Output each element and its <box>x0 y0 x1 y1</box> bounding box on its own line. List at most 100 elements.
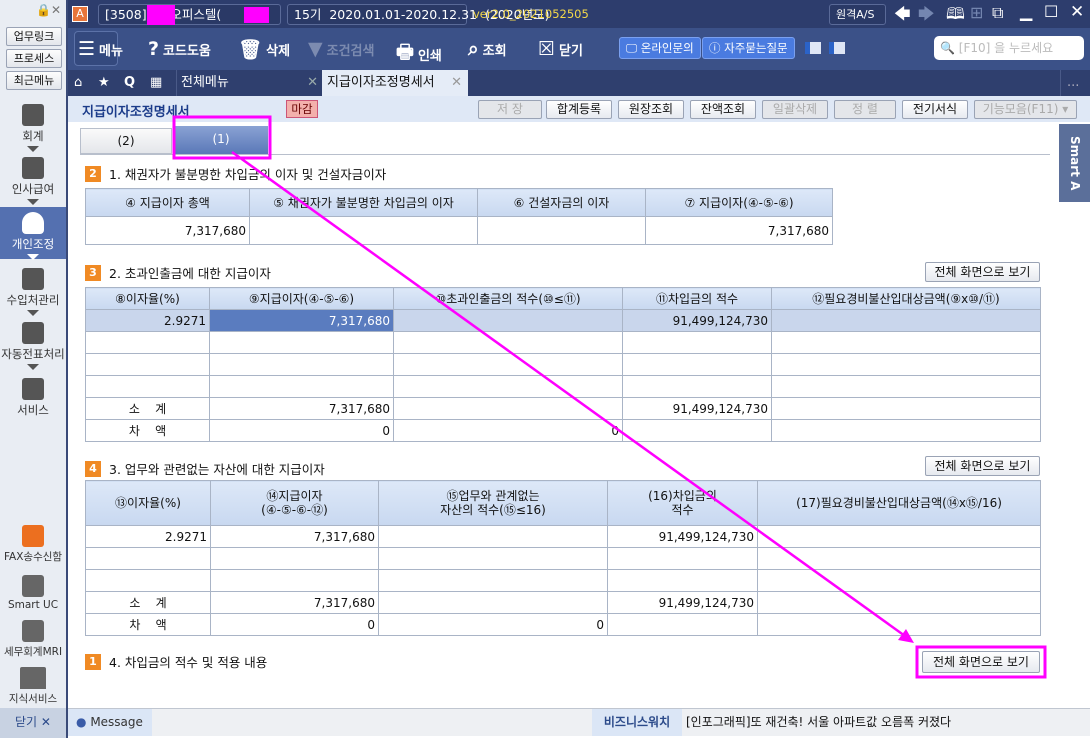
cell[interactable] <box>622 419 772 442</box>
online-inquiry-button[interactable]: 🖵 온라인문의 <box>619 37 701 59</box>
sidebar-item-accounting[interactable]: 회계 <box>0 104 66 152</box>
layout-toggle-icon[interactable] <box>805 42 821 54</box>
cell[interactable] <box>607 547 758 570</box>
cell[interactable]: 0 <box>210 613 379 636</box>
cell[interactable] <box>393 331 623 354</box>
cell[interactable]: 2.9271 <box>85 525 211 548</box>
cell[interactable] <box>771 375 1041 398</box>
save-button[interactable]: 저 장 <box>478 100 542 119</box>
filter-button[interactable]: ▼ 조건검색 <box>308 38 374 60</box>
prior-form-button[interactable]: 전기서식 <box>902 100 968 119</box>
cell[interactable] <box>607 569 758 592</box>
sidebar-item-auto-journal[interactable]: 자동전표처리 <box>0 322 66 370</box>
table-row[interactable] <box>85 569 1041 592</box>
back-arrow-icon[interactable]: 🡄 <box>894 3 911 30</box>
cell[interactable] <box>85 569 211 592</box>
tab-all-menu[interactable]: 전체메뉴 ✕ <box>176 70 322 96</box>
sidebar-close-button[interactable]: 닫기 ✕ <box>0 708 66 738</box>
close-window-icon[interactable]: ✕ <box>1070 2 1084 22</box>
cell[interactable] <box>757 613 1041 636</box>
cell[interactable] <box>393 375 623 398</box>
cell[interactable] <box>378 547 608 570</box>
function-menu-dropdown[interactable]: 기능모음(F11) ▾ <box>974 100 1077 119</box>
cell[interactable]: 2.9271 <box>85 309 210 332</box>
star-icon[interactable]: ★ <box>98 70 110 96</box>
cell[interactable]: 0 <box>393 419 623 442</box>
cell[interactable]: 0 <box>378 613 608 636</box>
menu-button-label[interactable]: ☰ 메뉴 <box>78 38 123 60</box>
cell[interactable] <box>771 419 1041 442</box>
table-row[interactable] <box>85 353 1041 376</box>
sidebar-button-work-link[interactable]: 업무링크 <box>6 27 62 46</box>
sidebar-fax[interactable]: FAX송수신함 <box>0 525 66 564</box>
cell[interactable]: 0 <box>209 419 394 442</box>
sidebar-smart-uc[interactable]: Smart UC <box>0 575 66 611</box>
table-row[interactable] <box>85 331 1041 354</box>
cell[interactable] <box>378 591 608 614</box>
print-button[interactable]: 🖶 인쇄 <box>396 38 442 70</box>
total-register-button[interactable]: 합계등록 <box>546 100 612 119</box>
close-button[interactable]: ☒ 닫기 <box>538 38 583 60</box>
cell[interactable] <box>771 397 1041 420</box>
cell[interactable] <box>85 331 210 354</box>
ledger-view-button[interactable]: 원장조회 <box>618 100 684 119</box>
cell[interactable] <box>622 353 772 376</box>
full-screen-button-2[interactable]: 전체 화면으로 보기 <box>925 262 1040 282</box>
full-screen-button-3[interactable]: 전체 화면으로 보기 <box>925 456 1040 476</box>
cell[interactable] <box>757 525 1041 548</box>
delete-button[interactable]: 🗑 삭제 <box>238 38 290 61</box>
close-tab-icon[interactable]: ✕ <box>307 70 318 96</box>
tab-interest-adjustment[interactable]: 지급이자조정명세서 ✕ <box>322 70 468 96</box>
period-selector[interactable]: 15기 2020.01.01-2020.12.31 (2020년도) <box>287 4 550 25</box>
menu-search-input[interactable]: 🔍 [F10] 을 누르세요 <box>934 36 1084 60</box>
lock-icon[interactable]: 🔒✕ <box>36 3 61 17</box>
forward-arrow-icon[interactable]: 🡆 <box>918 3 935 30</box>
cell[interactable]: 91,499,124,730 <box>607 525 758 548</box>
table-row[interactable] <box>85 375 1041 398</box>
cell[interactable] <box>209 353 394 376</box>
news-ticker[interactable]: [인포그래픽]또 재건축! 서울 아파트값 오름폭 커졌다 <box>686 709 951 736</box>
cell[interactable]: 91,499,124,730 <box>622 309 772 332</box>
table-row[interactable] <box>85 547 1041 570</box>
cell[interactable] <box>607 613 758 636</box>
cell[interactable]: 7,317,680 <box>85 216 250 245</box>
cell[interactable]: 7,317,680 <box>210 591 379 614</box>
subtab-2[interactable]: (2) <box>80 128 172 154</box>
cell[interactable] <box>622 331 772 354</box>
cell[interactable] <box>378 569 608 592</box>
quick-search-icon[interactable]: Q <box>124 70 135 96</box>
cell[interactable] <box>210 569 379 592</box>
bulk-delete-button[interactable]: 일괄삭제 <box>762 100 828 119</box>
search-button[interactable]: ⌕ 조회 <box>468 38 507 60</box>
code-help-button[interactable]: ? 코드도움 <box>148 38 211 60</box>
sidebar-item-client-mgmt[interactable]: 수입처관리 <box>0 268 66 316</box>
cell[interactable] <box>757 569 1041 592</box>
table-row[interactable]: 2.9271 7,317,680 91,499,124,730 <box>85 525 1041 548</box>
minimize-icon[interactable]: ▁ <box>1020 2 1032 21</box>
cell[interactable] <box>757 591 1041 614</box>
faq-button[interactable]: ⓘ 자주묻는질문 <box>702 37 795 59</box>
home-icon[interactable]: ⌂ <box>74 70 82 96</box>
cell[interactable]: 7,317,680 <box>209 309 394 332</box>
cell[interactable]: 91,499,124,730 <box>607 591 758 614</box>
calendar-icon[interactable]: ▦ <box>150 70 162 96</box>
sidebar-button-recent-menu[interactable]: 최근메뉴 <box>6 71 62 90</box>
cell[interactable] <box>757 547 1041 570</box>
cell[interactable] <box>393 309 623 332</box>
message-button[interactable]: ● Message <box>68 709 152 736</box>
cell[interactable] <box>378 525 608 548</box>
cell[interactable] <box>209 331 394 354</box>
table-row[interactable]: 2.9271 7,317,680 91,499,124,730 <box>85 309 1041 332</box>
cell[interactable] <box>85 375 210 398</box>
cell[interactable] <box>209 375 394 398</box>
remote-as-button[interactable]: 원격A/S <box>829 4 886 25</box>
cell[interactable]: 7,317,680 <box>209 397 394 420</box>
cell[interactable]: 7,317,680 <box>645 216 833 245</box>
smart-a-panel-tab[interactable]: Smart A <box>1059 124 1090 202</box>
book-view-icon[interactable]: 🕮 <box>946 3 965 30</box>
cell[interactable]: 7,317,680 <box>210 525 379 548</box>
cell[interactable] <box>477 216 646 245</box>
more-tabs-button[interactable]: ... <box>1060 70 1079 96</box>
cell[interactable] <box>85 547 211 570</box>
full-screen-button-4[interactable]: 전체 화면으로 보기 <box>922 651 1040 673</box>
